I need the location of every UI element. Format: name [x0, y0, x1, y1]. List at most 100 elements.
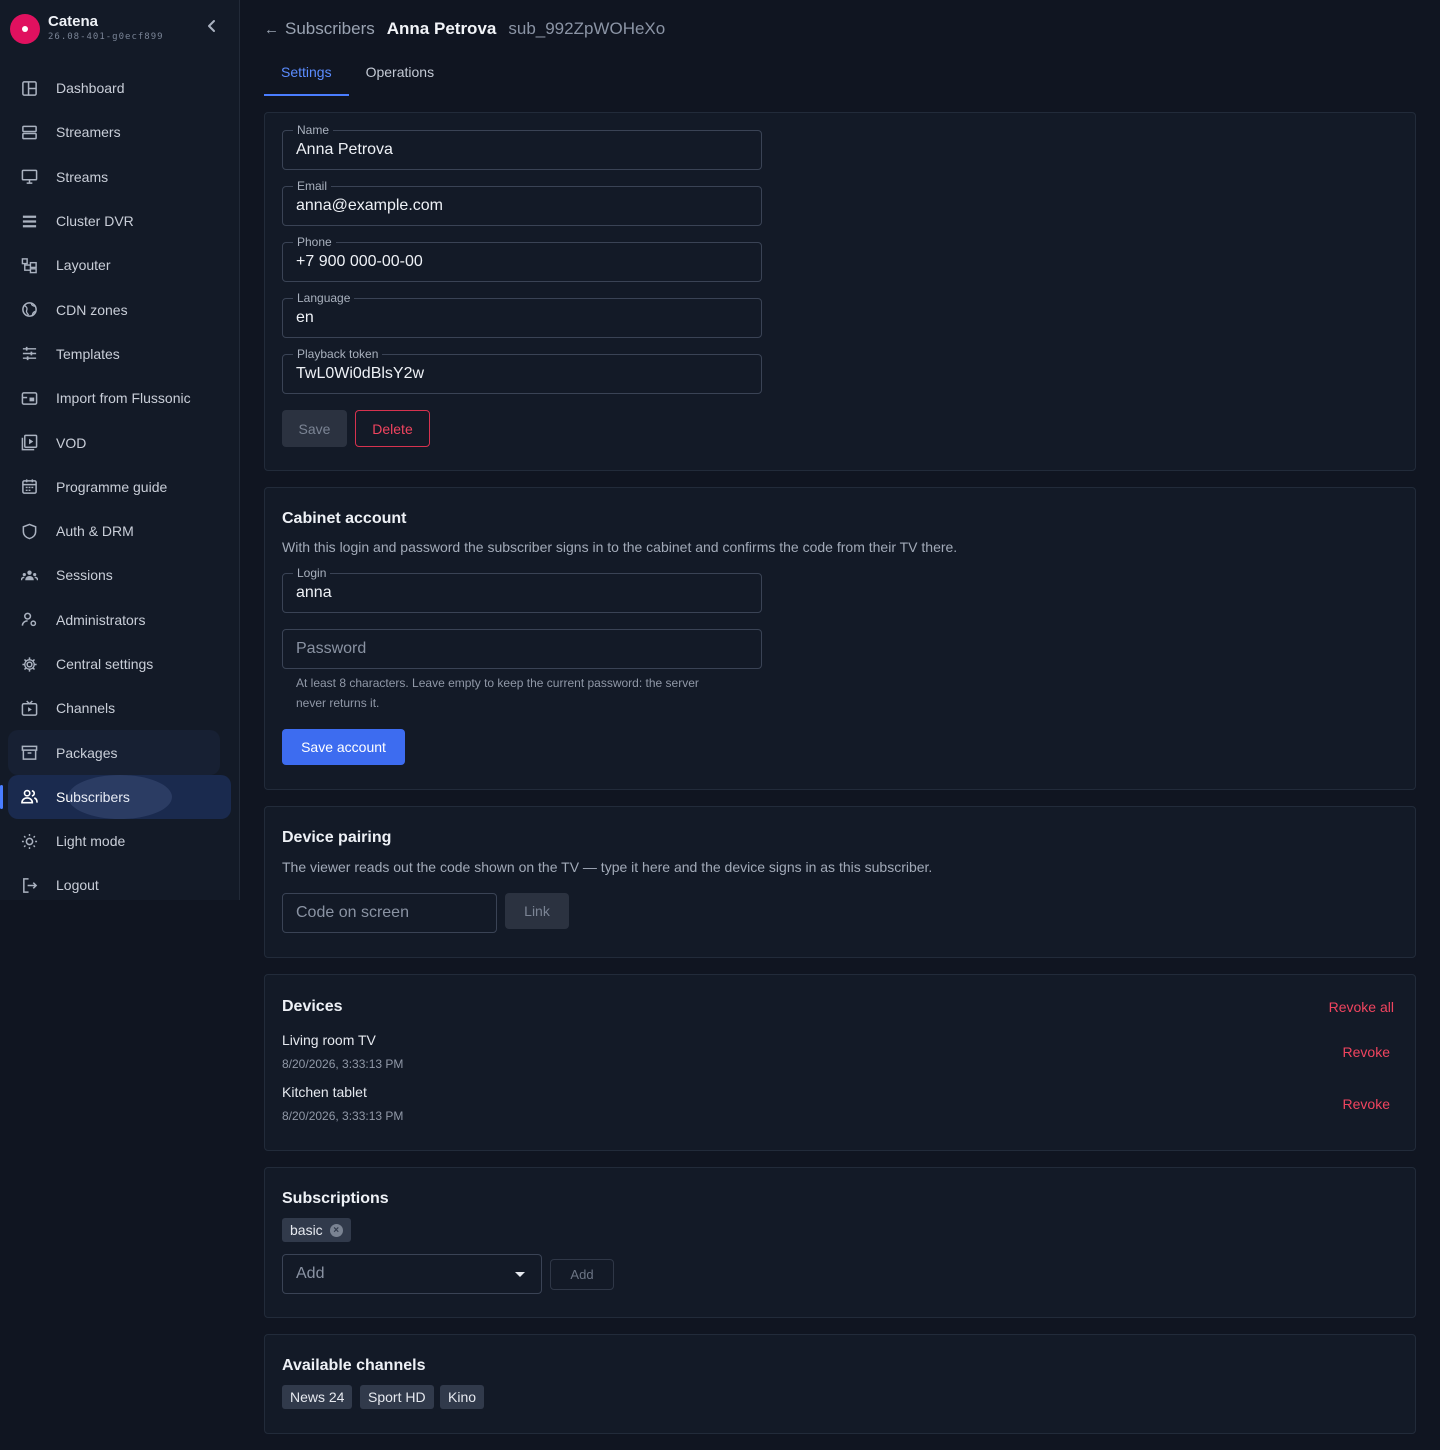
ripple-effect	[68, 774, 172, 819]
sidebar-item-administrators[interactable]: Administrators	[8, 598, 231, 642]
helper-line: At least 8 characters. Leave empty to ke…	[296, 676, 699, 690]
sidebar-item-vod[interactable]: VOD	[8, 420, 231, 464]
device-name: Living room TV	[282, 1032, 376, 1048]
revoke-device-button[interactable]: Revoke	[1343, 1044, 1390, 1060]
sidebar-item-cluster-dvr[interactable]: Cluster DVR	[8, 199, 231, 243]
card-title: Device pairing	[282, 829, 392, 846]
playback-token-field[interactable]: Playback token TwL0Wi0dBlsY2w	[282, 347, 762, 394]
channel-chip: Kino	[440, 1385, 485, 1409]
card-description: The viewer reads out the code shown on t…	[282, 859, 933, 875]
channel-chip: News 24	[282, 1385, 353, 1409]
field-label: Phone	[293, 235, 336, 249]
sliders-icon	[20, 345, 38, 363]
field-value: anna@example.com	[296, 197, 443, 214]
field-placeholder: Code on screen	[296, 904, 409, 921]
language-field[interactable]: Language en	[282, 291, 762, 338]
globe-icon	[20, 301, 38, 319]
sidebar-item-layouter[interactable]: Layouter	[8, 243, 231, 287]
sidebar-item-sessions[interactable]: Sessions	[8, 553, 231, 597]
remove-chip-icon[interactable]: ×	[329, 1223, 343, 1237]
sidebar-item-auth-drm[interactable]: Auth & DRM	[8, 509, 231, 553]
sidebar-item-templates[interactable]: Templates	[8, 332, 231, 376]
card-title: Available channels	[282, 1357, 426, 1374]
phone-field[interactable]: Phone +7 900 000-00-00	[282, 235, 762, 282]
app-version: 26.08-401-g0ecf899	[48, 32, 164, 42]
server-icon	[20, 123, 38, 141]
sidebar-item-label: Channels	[56, 700, 116, 717]
save-button[interactable]: Save	[282, 410, 347, 447]
sidebar-item-streamers[interactable]: Streamers	[8, 110, 231, 154]
device-name: Kitchen tablet	[282, 1084, 367, 1100]
sidebar-item-import-from-flussonic[interactable]: Import from Flussonic	[8, 376, 231, 420]
name-field[interactable]: Name Anna Petrova	[282, 123, 762, 170]
sidebar: Catena 26.08-401-g0ecf899 Dashboard Stre…	[0, 0, 240, 900]
field-label: Language	[293, 291, 355, 305]
group-icon	[20, 566, 38, 584]
collapse-sidebar-button[interactable]	[202, 18, 222, 38]
active-indicator	[0, 784, 3, 809]
sidebar-item-light-mode[interactable]: Light mode	[8, 819, 231, 863]
video-library-icon	[20, 434, 38, 452]
channel-chip: Sport HD	[360, 1385, 434, 1409]
back-to-subscribers-link[interactable]: ← Subscribers	[264, 19, 375, 39]
field-value: anna	[296, 584, 332, 601]
revoke-device-button[interactable]: Revoke	[1343, 1096, 1390, 1112]
sidebar-item-channels[interactable]: Channels	[8, 686, 231, 730]
subscriber-id: sub_992ZpWOHeXo	[508, 19, 666, 38]
sidebar-item-label: Programme guide	[56, 478, 168, 495]
add-package-select[interactable]: Add	[282, 1254, 542, 1294]
subscription-chip: basic ×	[282, 1218, 351, 1242]
link-device-button[interactable]: Link	[505, 893, 569, 929]
archive-icon	[20, 744, 38, 762]
sidebar-item-dashboard[interactable]: Dashboard	[8, 66, 231, 110]
logout-icon	[20, 876, 38, 894]
sidebar-item-label: Auth & DRM	[56, 523, 134, 540]
save-account-button[interactable]: Save account	[282, 729, 405, 765]
card-description: With this login and password the subscri…	[282, 539, 958, 555]
calendar-icon	[20, 478, 38, 496]
sidebar-nav: Dashboard Streamers Streams Cluster DVR …	[0, 66, 231, 908]
tab-settings[interactable]: Settings	[264, 50, 349, 96]
subscriptions-card: Subscriptions basic × Add Add	[264, 1167, 1416, 1318]
device-pairing-card: Device pairing The viewer reads out the …	[264, 806, 1416, 958]
sidebar-item-label: CDN zones	[56, 301, 128, 318]
sidebar-item-central-settings[interactable]: Central settings	[8, 642, 231, 686]
tabs: Settings Operations	[264, 50, 451, 96]
devices-card: Devices Revoke all Living room TV 8/20/2…	[264, 974, 1416, 1151]
sidebar-item-streams[interactable]: Streams	[8, 155, 231, 199]
layout-icon	[20, 256, 38, 274]
sidebar-item-label: Administrators	[56, 611, 146, 628]
app-name: Catena	[48, 13, 99, 30]
card-title: Devices	[282, 998, 343, 1015]
tab-operations[interactable]: Operations	[349, 50, 451, 96]
shield-icon	[20, 522, 38, 540]
profile-card: Name Anna Petrova Email anna@example.com…	[264, 112, 1416, 471]
sidebar-item-label: Central settings	[56, 656, 154, 672]
sidebar-item-logout[interactable]: Logout	[8, 863, 231, 907]
sidebar-item-label: Cluster DVR	[56, 213, 134, 230]
sidebar-item-packages[interactable]: Packages	[8, 730, 220, 775]
card-title: Subscriptions	[282, 1190, 389, 1207]
login-field[interactable]: Login anna	[282, 566, 762, 613]
sidebar-item-programme-guide[interactable]: Programme guide	[8, 465, 231, 509]
breadcrumb: ← Subscribers Anna Petrova sub_992ZpWOHe…	[264, 18, 665, 40]
password-field[interactable]: Password	[282, 629, 762, 669]
add-subscription-button[interactable]: Add	[550, 1259, 614, 1290]
sidebar-item-label: Layouter	[56, 257, 111, 274]
sidebar-item-cdn-zones[interactable]: CDN zones	[8, 287, 231, 331]
field-placeholder: Add	[296, 1265, 325, 1282]
delete-button[interactable]: Delete	[355, 410, 430, 447]
field-value: Anna Petrova	[296, 141, 393, 158]
field-placeholder: Password	[296, 640, 367, 657]
sidebar-item-label: Streamers	[56, 124, 121, 141]
arrow-left-icon: ←	[264, 20, 279, 38]
sidebar-item-label: Packages	[56, 744, 118, 761]
pairing-code-input[interactable]: Code on screen	[282, 893, 497, 933]
page-title: Anna Petrova	[386, 19, 497, 38]
caret-down-icon	[515, 1272, 525, 1277]
revoke-all-button[interactable]: Revoke all	[1329, 999, 1394, 1015]
email-field[interactable]: Email anna@example.com	[282, 179, 762, 226]
helper-line: never returns it.	[296, 696, 380, 710]
sidebar-item-subscribers[interactable]: Subscribers	[0, 774, 231, 820]
storage-icon	[20, 212, 38, 230]
